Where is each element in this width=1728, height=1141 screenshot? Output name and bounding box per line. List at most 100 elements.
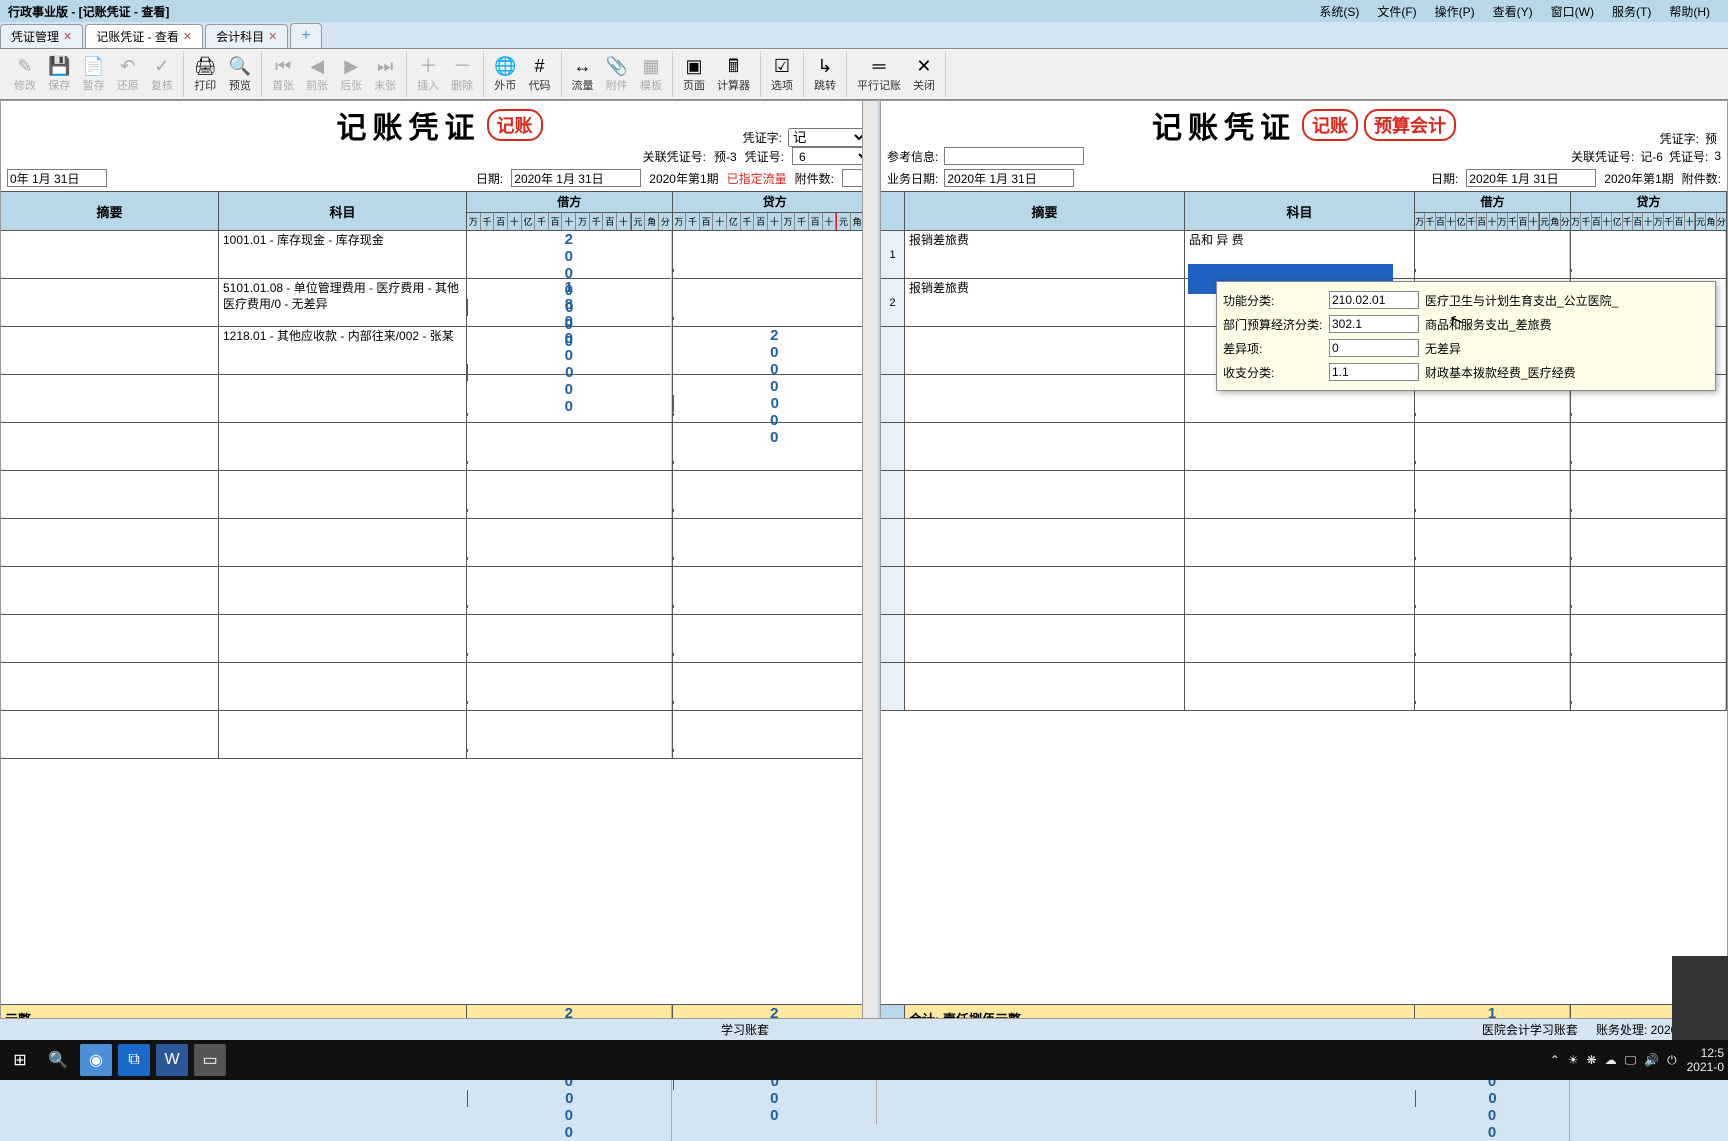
tool-打印[interactable]: 🖨打印: [188, 51, 223, 97]
tab[interactable]: 凭证管理✕: [0, 24, 83, 48]
tool-代码[interactable]: #代码: [523, 51, 557, 97]
tool-保存: 💾保存: [42, 51, 76, 97]
voucher-row[interactable]: 1001.01 - 库存现金 - 库存现金2000000: [1, 231, 878, 279]
grid-header-right: 摘要 科目 借方万千百十亿千百十万千百十元角分 贷方万千百十亿千百十万千百十元角…: [881, 191, 1727, 231]
tool-修改: ✎修改: [8, 51, 42, 97]
voucher-row[interactable]: [881, 615, 1727, 663]
tool-平行记账[interactable]: ═平行记账: [851, 51, 907, 97]
voucher-no-select[interactable]: 6: [792, 147, 872, 165]
date-input[interactable]: [511, 169, 641, 187]
voucher-row[interactable]: [881, 663, 1727, 711]
taskbar-icon[interactable]: ◉: [80, 1044, 112, 1076]
popup-input[interactable]: [1329, 363, 1419, 381]
tabs: 凭证管理✕记账凭证 - 查看✕会计科目✕+: [0, 22, 1728, 48]
voucher-row[interactable]: [1, 567, 878, 615]
tray-icon[interactable]: ⏻: [1667, 1053, 1677, 1068]
tool-跳转[interactable]: ↳跳转: [808, 51, 842, 97]
tool-删除: －删除: [445, 51, 479, 97]
menu-item[interactable]: 服务(T): [1612, 3, 1651, 20]
tool-计算器[interactable]: 🖩计算器: [711, 51, 756, 97]
menu-item[interactable]: 窗口(W): [1551, 3, 1594, 20]
popup-row: 功能分类:医疗卫生与计划生育支出_公立医院_: [1223, 288, 1709, 312]
tray-icon[interactable]: 🔊: [1644, 1053, 1659, 1068]
taskbar-icon[interactable]: W: [156, 1044, 188, 1076]
tab[interactable]: 会计科目✕: [205, 24, 288, 48]
grid-header-left: 摘要 科目 借方万千百十亿千百十万千百十元角分 贷方万千百十亿千百十万千百十元角…: [1, 191, 878, 231]
voucher-row[interactable]: [1, 375, 878, 423]
voucher-row[interactable]: [881, 471, 1727, 519]
tool-暂存: 📄暂存: [76, 51, 110, 97]
tool-模板: ▦模板: [634, 51, 668, 97]
workspace: 记账凭证 记账 凭证字: 记 关联凭证号: 预-3 凭证号: 6 日期: 202…: [0, 100, 1728, 1058]
ref-input[interactable]: [944, 147, 1084, 165]
tool-流量[interactable]: ↔流量: [566, 51, 600, 97]
tool-前张: ◀前张: [300, 51, 334, 97]
voucher-row[interactable]: 1218.01 - 其他应收款 - 内部往来/002 - 张某2000000: [1, 327, 878, 375]
tray-icon[interactable]: ☁: [1605, 1053, 1617, 1068]
webcam-overlay: [1672, 956, 1728, 1040]
popup-input[interactable]: [1329, 315, 1419, 333]
menu-bar: 系统(S) 文件(F) 操作(P) 查看(Y) 窗口(W) 服务(T) 帮助(H): [1319, 3, 1720, 20]
tool-复核: ✓复核: [145, 51, 179, 97]
tray-icon[interactable]: ☀: [1568, 1053, 1579, 1068]
voucher-row[interactable]: [1, 711, 878, 759]
menu-item[interactable]: 查看(Y): [1493, 3, 1533, 20]
tool-关闭[interactable]: ✕关闭: [907, 51, 941, 97]
tool-外币[interactable]: 🌐外币: [488, 51, 522, 97]
voucher-row[interactable]: [1, 423, 878, 471]
popup-input[interactable]: [1329, 291, 1419, 309]
voucher-row[interactable]: 5101.01.08 - 单位管理费用 - 医疗费用 - 其他医疗费用/0 - …: [1, 279, 878, 327]
voucher-row[interactable]: [881, 423, 1727, 471]
voucher-row[interactable]: [881, 519, 1727, 567]
taskbar-icon[interactable]: ▭: [194, 1044, 226, 1076]
taskbar-icon[interactable]: ⊞: [4, 1044, 36, 1076]
tool-选项[interactable]: ☑选项: [765, 51, 799, 97]
grid-body-left[interactable]: 1001.01 - 库存现金 - 库存现金20000005101.01.08 -…: [1, 231, 878, 1004]
voucher-prefix-select[interactable]: 记: [788, 128, 868, 147]
popup-row: 部门预算经济分类:商品和服务支出_差旅费: [1223, 312, 1709, 336]
tool-末张: ⏭末张: [368, 51, 402, 97]
tray-icon[interactable]: ❋: [1587, 1053, 1597, 1068]
stamp-posted: 记账: [487, 109, 543, 141]
voucher-row[interactable]: [1, 471, 878, 519]
tool-首张: ⏮首张: [266, 51, 300, 97]
tool-后张: ▶后张: [334, 51, 368, 97]
tab-add[interactable]: +: [290, 23, 321, 48]
tool-页面[interactable]: ▣页面: [677, 51, 711, 97]
popup-row: 收支分类:财政基本拨款经费_医疗经费: [1223, 360, 1709, 384]
toolbar: ✎修改💾保存📄暂存↶还原✓复核🖨打印🔍预览⏮首张◀前张▶后张⏭末张＋插入－删除🌐…: [0, 48, 1728, 100]
popup-input[interactable]: [1329, 339, 1419, 357]
tool-附件: 📎附件: [600, 51, 634, 97]
voucher-row[interactable]: [1, 519, 878, 567]
tool-还原: ↶还原: [111, 51, 145, 97]
taskbar-icon[interactable]: ⧉: [118, 1044, 150, 1076]
tray-icon[interactable]: 🖵: [1625, 1053, 1637, 1068]
date-input-r[interactable]: [1466, 169, 1596, 187]
voucher-header-right: 记账凭证 记账 预算会计 凭证字: 预 参考信息: 关联凭证号: 记-6 凭证号…: [881, 101, 1727, 191]
close-icon[interactable]: ✕: [63, 30, 72, 43]
date2-input[interactable]: [7, 169, 107, 187]
close-icon[interactable]: ✕: [183, 30, 192, 43]
voucher-row[interactable]: [1, 615, 878, 663]
menu-item[interactable]: 操作(P): [1435, 3, 1475, 20]
stamp-budget: 预算会计: [1364, 109, 1456, 141]
menu-item[interactable]: 系统(S): [1319, 3, 1359, 20]
voucher-pane-left: 记账凭证 记账 凭证字: 记 关联凭证号: 预-3 凭证号: 6 日期: 202…: [0, 100, 880, 1058]
voucher-row[interactable]: [1, 663, 878, 711]
flow-note: 已指定流量: [727, 170, 787, 187]
voucher-header-left: 记账凭证 记账 凭证字: 记 关联凭证号: 预-3 凭证号: 6 日期: 202…: [1, 101, 878, 191]
classification-popup: 功能分类:医疗卫生与计划生育支出_公立医院_部门预算经济分类:商品和服务支出_差…: [1216, 281, 1716, 391]
menu-item[interactable]: 帮助(H): [1669, 3, 1710, 20]
close-icon[interactable]: ✕: [268, 30, 277, 43]
biz-date-input[interactable]: [944, 169, 1074, 187]
voucher-title: 记账凭证: [1152, 103, 1296, 147]
app-title: 行政事业版 - [记账凭证 - 查看]: [8, 3, 169, 20]
taskbar-icon[interactable]: 🔍: [42, 1044, 74, 1076]
tab[interactable]: 记账凭证 - 查看✕: [85, 24, 203, 48]
tool-预览[interactable]: 🔍预览: [223, 51, 257, 97]
stamp-posted: 记账: [1302, 109, 1358, 141]
menu-item[interactable]: 文件(F): [1377, 3, 1416, 20]
vscrollbar[interactable]: [862, 101, 878, 1057]
voucher-row[interactable]: [881, 567, 1727, 615]
tray-icon[interactable]: ⌃: [1550, 1053, 1560, 1068]
